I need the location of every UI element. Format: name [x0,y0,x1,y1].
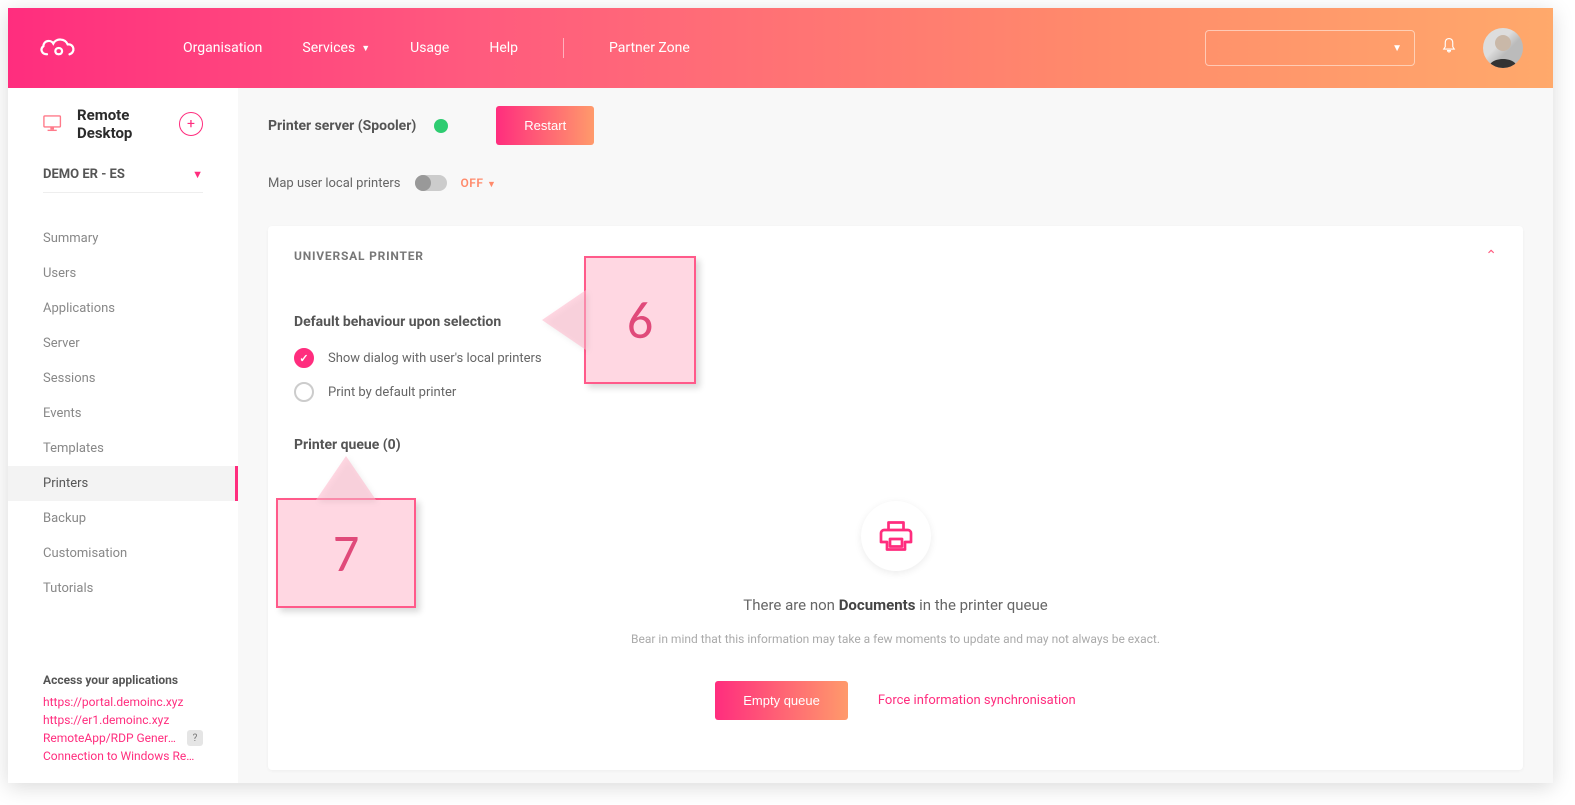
radio-checked-icon [294,348,314,368]
queue-note: Bear in mind that this information may t… [294,632,1497,646]
map-label: Map user local printers [268,176,401,191]
nav-label: Services [302,40,355,56]
map-printers-row: Map user local printers OFF ▼ [268,175,1523,191]
panel-body: Default behaviour upon selection Show di… [268,286,1523,770]
sidebar-item-summary[interactable]: Summary [8,221,238,256]
panel-title: UNIVERSAL PRINTER [294,249,424,263]
sidebar-item-server[interactable]: Server [8,326,238,361]
sidebar-item-templates[interactable]: Templates [8,431,238,466]
sidebar-item-applications[interactable]: Applications [8,291,238,326]
spooler-label: Printer server (Spooler) [268,118,416,134]
plus-icon: + [187,116,195,132]
sidebar-item-users[interactable]: Users [8,256,238,291]
force-sync-link[interactable]: Force information synchronisation [878,693,1076,708]
nav-help[interactable]: Help [489,40,518,56]
nav-label: Organisation [183,40,262,56]
radio-show-dialog[interactable]: Show dialog with user's local printers [294,348,1497,368]
spooler-row: Printer server (Spooler) Restart [268,106,1523,145]
sidebar-item-tutorials[interactable]: Tutorials [8,571,238,606]
main-content: Printer server (Spooler) Restart Map use… [238,88,1553,783]
access-link-remoteapp[interactable]: RemoteApp/RDP Generator [43,729,179,747]
map-toggle[interactable] [415,175,447,191]
sidebar-item-sessions[interactable]: Sessions [8,361,238,396]
add-button[interactable]: + [179,112,203,136]
nav: Organisation Services ▼ Usage Help Partn… [183,38,690,58]
radio-label: Show dialog with user's local printers [328,351,542,366]
sidebar-item-events[interactable]: Events [8,396,238,431]
logo-icon [38,33,83,63]
caret-down-icon: ▼ [361,43,370,54]
chevron-up-icon: ⌃ [1485,248,1497,264]
header: Organisation Services ▼ Usage Help Partn… [8,8,1553,88]
printer-icon-wrap [861,501,931,571]
nav-label: Partner Zone [609,40,690,56]
access-link-er1[interactable]: https://er1.demoinc.xyz [43,711,203,729]
sidebar-item-printers[interactable]: Printers [8,466,238,501]
nav-label: Usage [410,40,449,56]
desktop-icon [43,115,65,133]
universal-printer-panel: UNIVERSAL PRINTER ⌃ Default behaviour up… [268,226,1523,770]
sidebar-environment-dropdown[interactable]: DEMO ER - ES ▼ [43,167,203,193]
access-title: Access your applications [43,673,203,687]
bell-icon [1440,37,1458,55]
access-link-portal[interactable]: https://portal.demoinc.xyz [43,693,203,711]
nav-divider [563,38,564,58]
restart-button[interactable]: Restart [496,106,594,145]
panel-header[interactable]: UNIVERSAL PRINTER ⌃ [268,226,1523,286]
search-dropdown[interactable]: ▼ [1205,30,1415,66]
avatar[interactable] [1483,28,1523,68]
sidebar-access: Access your applications https://portal.… [8,673,238,765]
nav-organisation[interactable]: Organisation [183,40,262,56]
nav-services[interactable]: Services ▼ [302,40,370,56]
empty-queue-button[interactable]: Empty queue [715,681,848,720]
printer-icon [878,518,914,554]
caret-down-icon: ▼ [192,168,203,181]
header-right: ▼ [1205,28,1523,68]
sidebar: Remote Desktop + DEMO ER - ES ▼ Summary … [8,88,238,783]
status-dot-icon [434,119,448,133]
radio-label: Print by default printer [328,385,456,400]
dropdown-label: DEMO ER - ES [43,167,125,182]
help-icon[interactable]: ? [187,730,203,746]
sidebar-nav: Summary Users Applications Server Sessio… [8,221,238,606]
nav-partner-zone[interactable]: Partner Zone [609,40,690,56]
behaviour-title: Default behaviour upon selection [294,314,1497,330]
queue-empty-state: There are non Documents in the printer q… [294,471,1497,730]
caret-down-icon: ▼ [1392,43,1402,54]
nav-usage[interactable]: Usage [410,40,449,56]
queue-message: There are non Documents in the printer q… [294,596,1497,614]
queue-actions: Empty queue Force information synchronis… [294,681,1497,720]
sidebar-title-row: Remote Desktop + [8,106,238,142]
radio-default-printer[interactable]: Print by default printer [294,382,1497,402]
sidebar-item-backup[interactable]: Backup [8,501,238,536]
toggle-state: OFF ▼ [461,176,497,190]
radio-unchecked-icon [294,382,314,402]
sidebar-item-customisation[interactable]: Customisation [8,536,238,571]
queue-title: Printer queue (0) [294,437,1497,453]
sidebar-title: Remote Desktop [77,106,179,142]
access-link-connection[interactable]: Connection to Windows Rem... [43,747,203,765]
nav-label: Help [489,40,518,56]
notifications-button[interactable] [1440,37,1458,59]
